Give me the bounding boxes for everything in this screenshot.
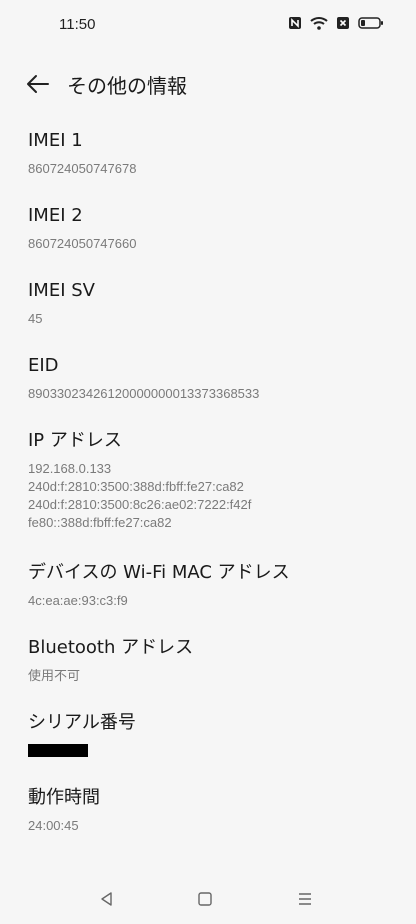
app-bar: その他の情報: [0, 56, 416, 112]
battery-icon: [358, 16, 384, 30]
item-title: IMEI SV: [28, 280, 95, 301]
navigation-bar: [0, 872, 416, 924]
item-value: 45: [28, 311, 43, 326]
item-title: 動作時間: [28, 787, 100, 808]
list-item-serial-number: シリアル番号: [28, 712, 396, 757]
item-title: IP アドレス: [28, 430, 122, 451]
nav-back-button[interactable]: [93, 886, 121, 912]
status-clock: 11:50: [59, 16, 96, 33]
item-title: EID: [28, 355, 59, 376]
list-item-eid: EID 89033023426120000000013373368533: [28, 355, 396, 403]
wifi-icon: [310, 16, 328, 30]
item-title: デバイスの Wi-Fi MAC アドレス: [28, 562, 290, 583]
item-value: 89033023426120000000013373368533: [28, 386, 260, 401]
nfc-icon: [288, 16, 302, 30]
list-item-bluetooth-address: Bluetooth アドレス 使用不可: [28, 637, 396, 685]
item-value: 使用不可: [28, 668, 81, 683]
nav-home-button[interactable]: [191, 886, 219, 912]
item-title: IMEI 2: [28, 205, 83, 226]
home-square-icon: [198, 892, 212, 906]
redacted-value: [28, 744, 88, 757]
item-value: 860724050747660: [28, 236, 137, 251]
list-item-imei-2: IMEI 2 860724050747660: [28, 205, 396, 253]
recents-menu-icon: [299, 893, 311, 905]
item-title: IMEI 1: [28, 130, 83, 151]
no-sim-icon: [336, 16, 350, 30]
item-title: Bluetooth アドレス: [28, 637, 194, 658]
arrow-left-icon: [27, 75, 49, 93]
item-value: 860724050747678: [28, 161, 137, 176]
page-title: その他の情報: [67, 74, 187, 98]
status-icons: [288, 16, 384, 30]
item-title: シリアル番号: [28, 712, 136, 733]
item-value: 24:00:45: [28, 818, 79, 833]
nav-recents-button[interactable]: [291, 886, 319, 912]
back-triangle-icon: [101, 892, 112, 906]
list-item-ip-address: IP アドレス 192.168.0.133 240d:f:2810:3500:3…: [28, 430, 396, 532]
list-item-wifi-mac: デバイスの Wi-Fi MAC アドレス 4c:ea:ae:93:c3:f9: [28, 562, 396, 610]
list-item-uptime: 動作時間 24:00:45: [28, 787, 396, 835]
list-item-imei-1: IMEI 1 860724050747678: [28, 130, 396, 178]
item-value: 4c:ea:ae:93:c3:f9: [28, 593, 128, 608]
list-item-imei-sv: IMEI SV 45: [28, 280, 396, 328]
back-button[interactable]: [24, 70, 52, 98]
status-bar: 11:50: [0, 0, 416, 52]
item-value: 192.168.0.133 240d:f:2810:3500:388d:fbff…: [28, 461, 252, 530]
